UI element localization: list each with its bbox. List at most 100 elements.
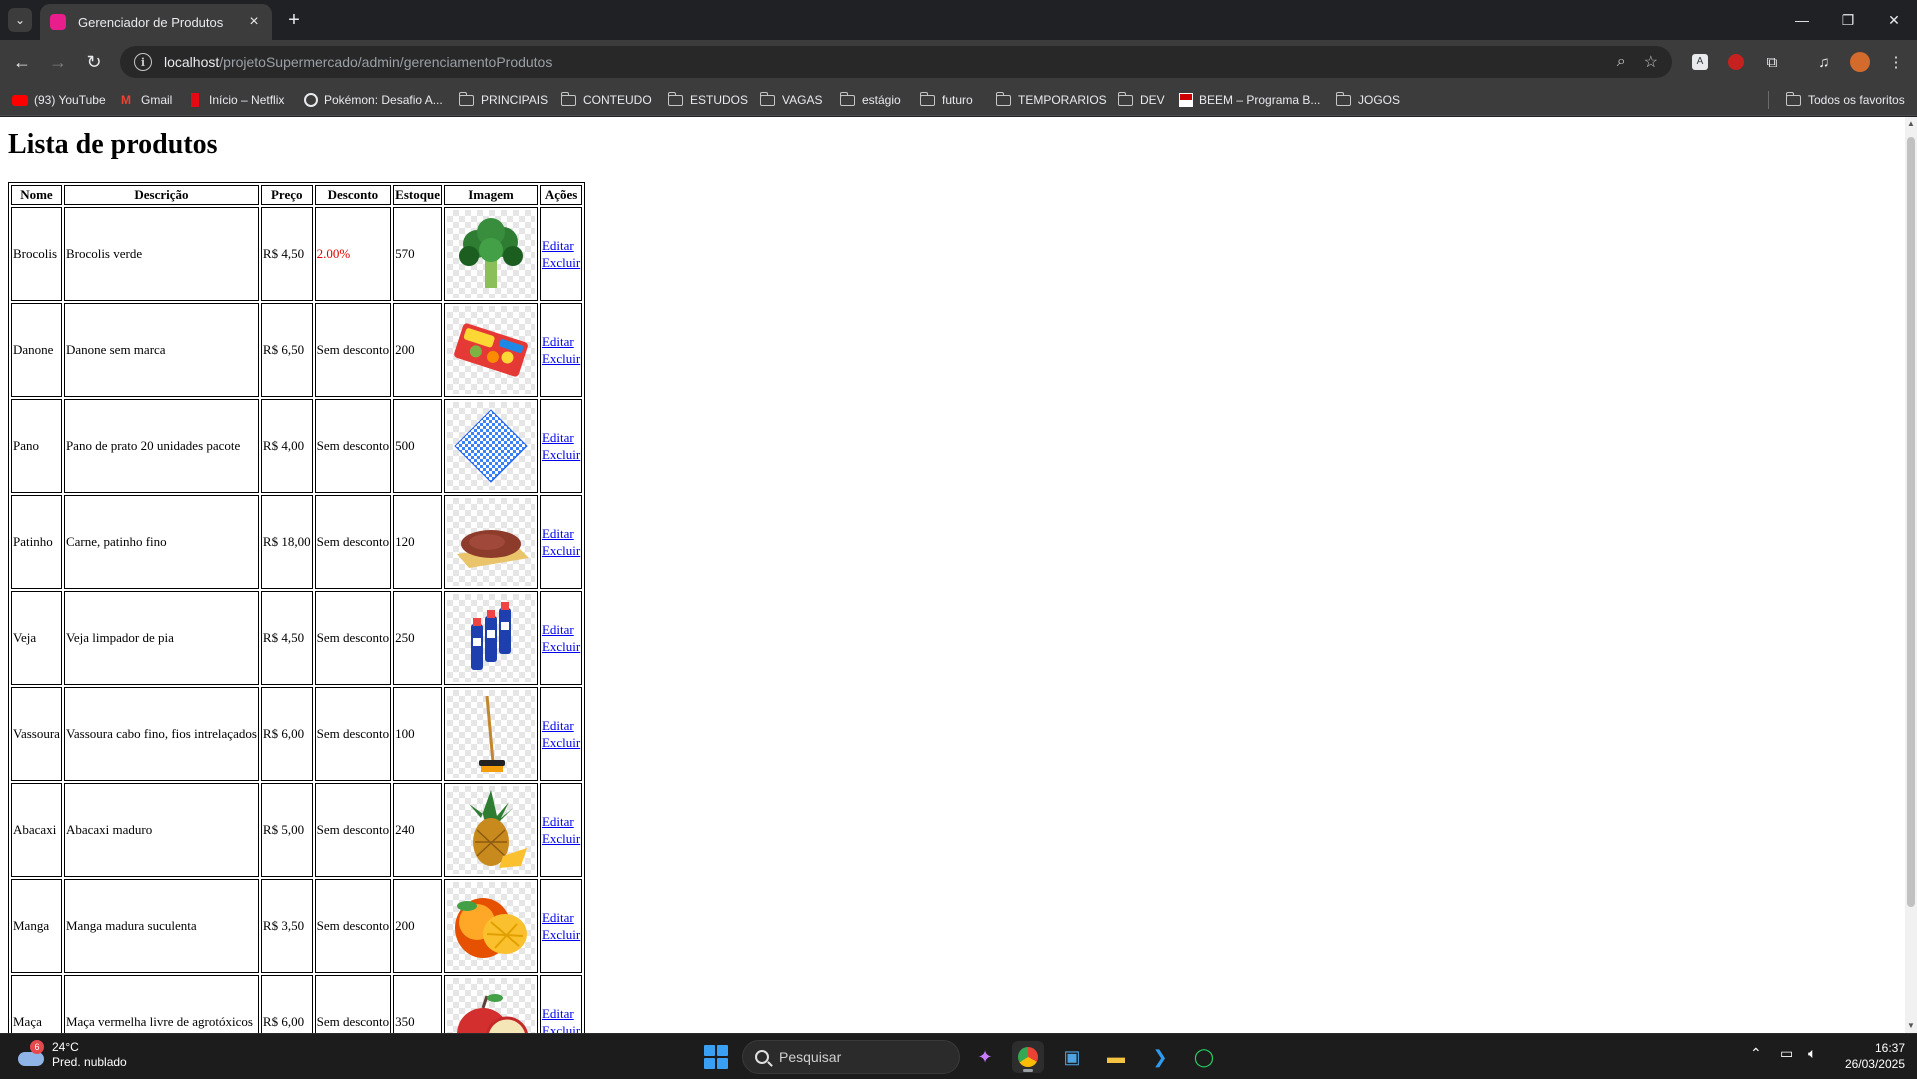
bookmark-gmail[interactable]: M Gmail [121, 90, 172, 110]
cell-desconto: Sem desconto [314, 879, 392, 973]
products-table: Nome Descrição Preço Desconto Estoque Im… [8, 182, 586, 1033]
bookmark-folder-temporarios[interactable]: TEMPORARIOS [995, 90, 1107, 110]
start-button[interactable] [704, 1045, 728, 1069]
file-explorer-icon[interactable]: ▬ [1100, 1041, 1132, 1073]
scroll-up-icon[interactable]: ▲ [1907, 119, 1915, 129]
delete-link[interactable]: Excluir [542, 926, 580, 943]
cell-estoque: 250 [393, 591, 442, 685]
delete-link[interactable]: Excluir [542, 830, 580, 847]
menu-kebab-icon[interactable]: ⋮ [1885, 51, 1907, 73]
new-tab-button[interactable]: + [282, 8, 306, 32]
copilot-icon[interactable]: ✦ [969, 1041, 1001, 1073]
edit-link[interactable]: Editar [542, 813, 580, 830]
translate-extension-icon[interactable]: A [1689, 51, 1711, 73]
bookmark-folder-estagio[interactable]: estágio [839, 90, 901, 110]
volume-icon[interactable]: 🔈︎ [1808, 1045, 1816, 1062]
bookmark-folder-dev[interactable]: DEV [1117, 90, 1165, 110]
scroll-thumb[interactable] [1907, 137, 1915, 907]
cell-descricao: Carne, patinho fino [63, 495, 259, 589]
edit-link[interactable]: Editar [542, 429, 580, 446]
table-row: Danone Danone sem marca R$ 6,50 Sem descont… [11, 303, 583, 397]
bookmark-label: VAGAS [782, 93, 823, 107]
tab-close-icon[interactable]: × [246, 13, 262, 31]
delete-link[interactable]: Excluir [542, 254, 580, 271]
edit-link[interactable]: Editar [542, 621, 580, 638]
cell-acoes: Editar Excluir [539, 399, 583, 493]
column-header-imagem: Imagem [443, 185, 538, 205]
delete-link[interactable]: Excluir [542, 446, 580, 463]
bookmark-folder-jogos[interactable]: JOGOS [1335, 90, 1400, 110]
minimize-button[interactable]: — [1779, 0, 1825, 40]
page-scrollbar[interactable]: ▲ ▼ [1905, 117, 1917, 1033]
search-icon [755, 1050, 769, 1064]
table-row: Patinho Carne, patinho fino R$ 18,00 Sem de… [11, 495, 583, 589]
forward-button[interactable]: → [44, 48, 72, 76]
cell-acoes: Editar Excluir [539, 687, 583, 781]
cell-descricao: Vassoura cabo fino, fios intrelaçados [63, 687, 259, 781]
system-clock[interactable]: 16:37 26/03/2025 [1845, 1040, 1905, 1072]
cell-imagem [443, 207, 538, 301]
bookmark-netflix[interactable]: Início – Netflix [191, 90, 284, 110]
table-header-row: Nome Descrição Preço Desconto Estoque Im… [11, 185, 583, 205]
column-header-descricao: Descrição [63, 185, 259, 205]
product-image [446, 978, 535, 1033]
bookmark-star-icon[interactable]: ☆ [1644, 52, 1658, 72]
cell-estoque: 500 [393, 399, 442, 493]
photos-icon[interactable]: ▣ [1056, 1041, 1088, 1073]
bookmark-label: futuro [942, 93, 973, 107]
url-text[interactable]: localhost/projetoSupermercado/admin/gere… [164, 54, 1599, 70]
network-icon[interactable]: ▭ [1780, 1045, 1793, 1062]
site-info-icon[interactable]: i [134, 53, 152, 71]
vscode-icon[interactable]: ❯ [1144, 1041, 1176, 1073]
taskbar-search[interactable]: Pesquisar [742, 1040, 960, 1074]
edit-link[interactable]: Editar [542, 1005, 580, 1022]
bookmark-folder-vagas[interactable]: VAGAS [759, 90, 823, 110]
back-button[interactable]: ← [8, 48, 36, 76]
delete-link[interactable]: Excluir [542, 638, 580, 655]
cell-imagem [443, 591, 538, 685]
tray-chevron-icon[interactable]: ⌃ [1750, 1045, 1762, 1062]
cell-preco: R$ 6,50 [260, 303, 313, 397]
cell-descricao: Danone sem marca [63, 303, 259, 397]
bookmark-folder-principais[interactable]: PRINCIPAIS [458, 90, 548, 110]
media-control-icon[interactable]: ♫ [1813, 51, 1835, 73]
bookmark-pokemon[interactable]: Pokémon: Desafio A... [304, 90, 443, 110]
reload-button[interactable]: ↻ [80, 48, 108, 76]
tab-gerenciador[interactable]: Gerenciador de Produtos × [40, 4, 272, 40]
restore-button[interactable]: ❐ [1825, 0, 1871, 40]
adblock-extension-icon[interactable] [1725, 51, 1747, 73]
zoom-icon[interactable]: ⌕ [1617, 53, 1626, 71]
bookmark-youtube[interactable]: (93) YouTube [12, 90, 106, 110]
folder-icon [560, 91, 576, 106]
edit-link[interactable]: Editar [542, 909, 580, 926]
cell-acoes: Editar Excluir [539, 495, 583, 589]
delete-link[interactable]: Excluir [542, 542, 580, 559]
edit-link[interactable]: Editar [542, 333, 580, 350]
address-bar[interactable]: i localhost/projetoSupermercado/admin/ge… [120, 46, 1672, 78]
delete-link[interactable]: Excluir [542, 350, 580, 367]
cell-estoque: 200 [393, 879, 442, 973]
bookmark-folder-estudos[interactable]: ESTUDOS [667, 90, 748, 110]
edit-link[interactable]: Editar [542, 237, 580, 254]
delete-link[interactable]: Excluir [542, 1022, 580, 1033]
close-window-button[interactable]: ✕ [1871, 0, 1917, 40]
cell-imagem [443, 879, 538, 973]
folder-icon [1335, 91, 1351, 106]
all-bookmarks-folder[interactable]: Todos os favoritos [1785, 90, 1905, 110]
whatsapp-icon[interactable]: ◯ [1188, 1041, 1220, 1073]
scroll-down-icon[interactable]: ▼ [1907, 1021, 1915, 1031]
extensions-icon[interactable]: ⧉ [1761, 51, 1783, 73]
bookmark-beem[interactable]: BEEM – Programa B... [1179, 90, 1320, 110]
edit-link[interactable]: Editar [542, 525, 580, 542]
bookmark-label: Pokémon: Desafio A... [324, 93, 443, 107]
chrome-icon[interactable] [1012, 1041, 1044, 1073]
profile-avatar[interactable] [1849, 51, 1871, 73]
bookmark-folder-conteudo[interactable]: CONTEUDO [560, 90, 652, 110]
edit-link[interactable]: Editar [542, 717, 580, 734]
tab-search-button[interactable]: ⌄ [8, 8, 32, 32]
product-image [446, 690, 535, 778]
bookmark-folder-futuro[interactable]: futuro [919, 90, 973, 110]
weather-widget[interactable]: 6 24°C Pred. nublado [16, 1040, 127, 1070]
delete-link[interactable]: Excluir [542, 734, 580, 751]
cell-desconto: Sem desconto [314, 495, 392, 589]
